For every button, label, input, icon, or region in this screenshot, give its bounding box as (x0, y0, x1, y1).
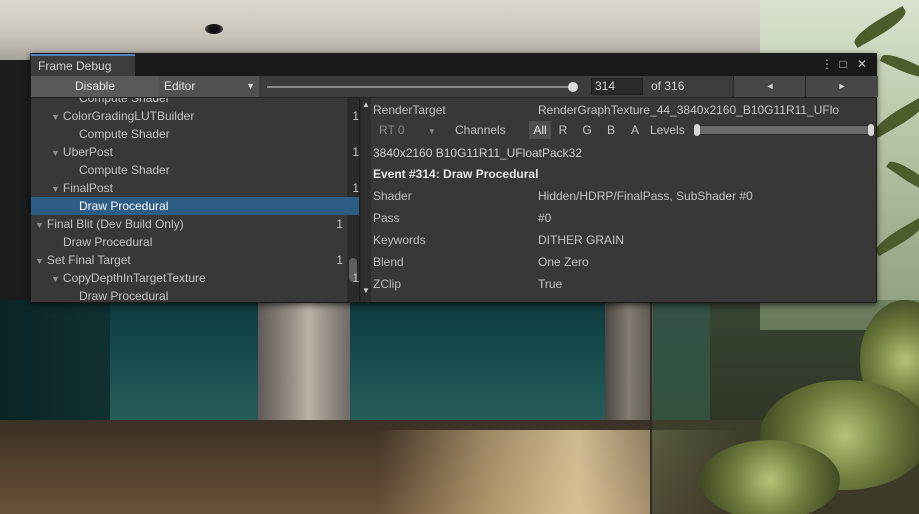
expand-arrow-icon[interactable]: ▼ (35, 220, 44, 230)
tree-row-label: Compute Shader (79, 127, 170, 141)
property-key: Keywords (373, 233, 426, 247)
title-bar: Frame Debug ⋮ □ ✕ (31, 54, 876, 76)
levels-range-slider[interactable] (694, 124, 874, 136)
tree-row[interactable]: ▼ FinalPost 1 (31, 179, 359, 197)
tree-row-count: 1 (336, 217, 343, 231)
property-value: Hidden/HDRP/FinalPass, SubShader #0 (538, 189, 753, 203)
previous-event-button[interactable]: ◄ (733, 76, 806, 97)
scroll-up-icon[interactable]: ▲ (362, 100, 370, 109)
frame-debug-window: Frame Debug ⋮ □ ✕ Disable Editor ▼ 314 o… (30, 53, 878, 303)
channel-button[interactable]: B (601, 121, 621, 139)
property-key: Blend (373, 255, 404, 269)
channel-button[interactable]: A (625, 121, 645, 139)
tree-row-label: Draw Procedural (79, 199, 169, 213)
property-row: Blend One Zero (373, 252, 873, 272)
property-row: Keywords DITHER GRAIN (373, 230, 873, 250)
tree-row-label: Draw Procedural (63, 235, 153, 249)
tree-row-count: 1 (352, 181, 359, 195)
tree-row-count: 1 (336, 253, 343, 267)
tree-row-label: CopyDepthInTargetTexture (62, 271, 206, 285)
details-scrollbar[interactable]: ▲ ▼ (361, 98, 371, 302)
tree-row[interactable]: Compute Shader (31, 125, 359, 143)
render-target-key: RenderTarget (373, 103, 446, 117)
tree-row[interactable]: ▼ Final Blit (Dev Build Only) 1 (31, 215, 351, 233)
property-row: ZClip True (373, 274, 873, 294)
expand-arrow-icon[interactable]: ▼ (51, 274, 60, 284)
arrow-right-icon: ► (837, 81, 847, 91)
tree-row[interactable]: ▼ ColorGradingLUTBuilder 1 (31, 107, 359, 125)
event-tree: Compute Shader ▼ ColorGradingLUTBuilder 1 Co… (31, 98, 359, 302)
render-target-value: RenderGraphTexture_44_3840x2160_B10G11R1… (538, 103, 840, 117)
property-value: DITHER GRAIN (538, 233, 625, 247)
property-value: True (538, 277, 563, 291)
rt-dropdown-label: RT 0 (379, 123, 405, 137)
chevron-down-icon: ▼ (246, 81, 255, 91)
tree-row-label: Draw Procedural (79, 289, 169, 302)
channel-button[interactable]: G (577, 121, 597, 139)
channels-bar: RT 0 ▼ Channels All R G B A Levels (373, 120, 876, 140)
target-dropdown[interactable]: Editor ▼ (159, 76, 259, 97)
scroll-down-icon[interactable]: ▼ (362, 286, 370, 295)
tree-row-label: Compute Shader (79, 98, 170, 105)
details-panel: ▲ ▼ RenderTarget RenderGraphTexture_44_3… (361, 98, 876, 302)
property-key: Pass (373, 211, 400, 225)
property-key: Shader (373, 189, 412, 203)
tree-row-label: Set Final Target (46, 253, 131, 267)
tree-row[interactable]: ▼ UberPost 1 (31, 143, 359, 161)
property-key: ZClip (373, 277, 402, 291)
tree-row[interactable]: Draw Procedural (31, 233, 359, 251)
expand-arrow-icon[interactable]: ▼ (51, 112, 60, 122)
disable-button[interactable]: Disable (31, 76, 160, 97)
frame-count-label: of 316 (651, 79, 685, 93)
frame-slider-fill (267, 86, 574, 88)
arrow-left-icon: ◄ (765, 81, 775, 91)
maximize-icon[interactable]: □ (836, 57, 850, 71)
render-target-row: RenderTarget RenderGraphTexture_44_3840x… (373, 100, 873, 120)
foliage (700, 440, 840, 514)
expand-arrow-icon[interactable]: ▼ (51, 148, 60, 158)
tree-row-label: Compute Shader (79, 163, 170, 177)
menu-icon[interactable]: ⋮ (820, 57, 834, 71)
levels-label: Levels (650, 123, 685, 137)
tree-row-count: 1 (352, 145, 359, 159)
tree-row-label: ColorGradingLUTBuilder (62, 109, 195, 123)
tab-frame-debug[interactable]: Frame Debug (31, 54, 135, 76)
property-value: One Zero (538, 255, 589, 269)
toolbar: Disable Editor ▼ 314 of 316 ◄ ► (31, 76, 878, 98)
channel-button[interactable]: R (553, 121, 573, 139)
tree-row[interactable]: Compute Shader (31, 161, 359, 179)
target-dropdown-label: Editor (164, 79, 196, 93)
expand-arrow-icon[interactable]: ▼ (51, 184, 60, 194)
tree-row-count: 1 (352, 271, 359, 285)
splitter[interactable] (359, 98, 360, 302)
tree-row[interactable]: ▼ CopyDepthInTargetTexture 1 (31, 269, 359, 287)
levels-max-handle[interactable] (868, 124, 874, 136)
tree-row[interactable]: Draw Procedural (31, 287, 359, 302)
tree-row[interactable]: Draw Procedural (31, 197, 359, 215)
ceiling-light (205, 24, 223, 34)
tree-row-label: UberPost (62, 145, 113, 159)
tree-row[interactable]: Compute Shader (31, 98, 359, 107)
channel-button[interactable]: All (529, 121, 551, 139)
close-icon[interactable]: ✕ (855, 57, 869, 71)
frame-slider-thumb[interactable] (568, 82, 579, 92)
tree-row-label: FinalPost (62, 181, 113, 195)
tree-row[interactable]: ▼ Set Final Target 1 (31, 251, 351, 269)
texture-format: 3840x2160 B10G11R11_UFloatPack32 (373, 146, 583, 160)
property-row: Pass #0 (373, 208, 873, 228)
tree-row-label: Final Blit (Dev Build Only) (46, 217, 184, 231)
property-value: #0 (538, 211, 552, 225)
event-title: Event #314: Draw Procedural (373, 167, 539, 181)
next-event-button[interactable]: ► (805, 76, 878, 97)
tree-row-count: 1 (352, 109, 359, 123)
frame-slider[interactable] (267, 82, 579, 92)
expand-arrow-icon[interactable]: ▼ (35, 256, 44, 266)
property-row: Shader Hidden/HDRP/FinalPass, SubShader #… (373, 186, 873, 206)
levels-min-handle[interactable] (694, 124, 700, 136)
channels-label: Channels (455, 123, 506, 137)
frame-number-input[interactable]: 314 (591, 78, 643, 95)
chevron-down-icon: ▼ (427, 127, 436, 136)
